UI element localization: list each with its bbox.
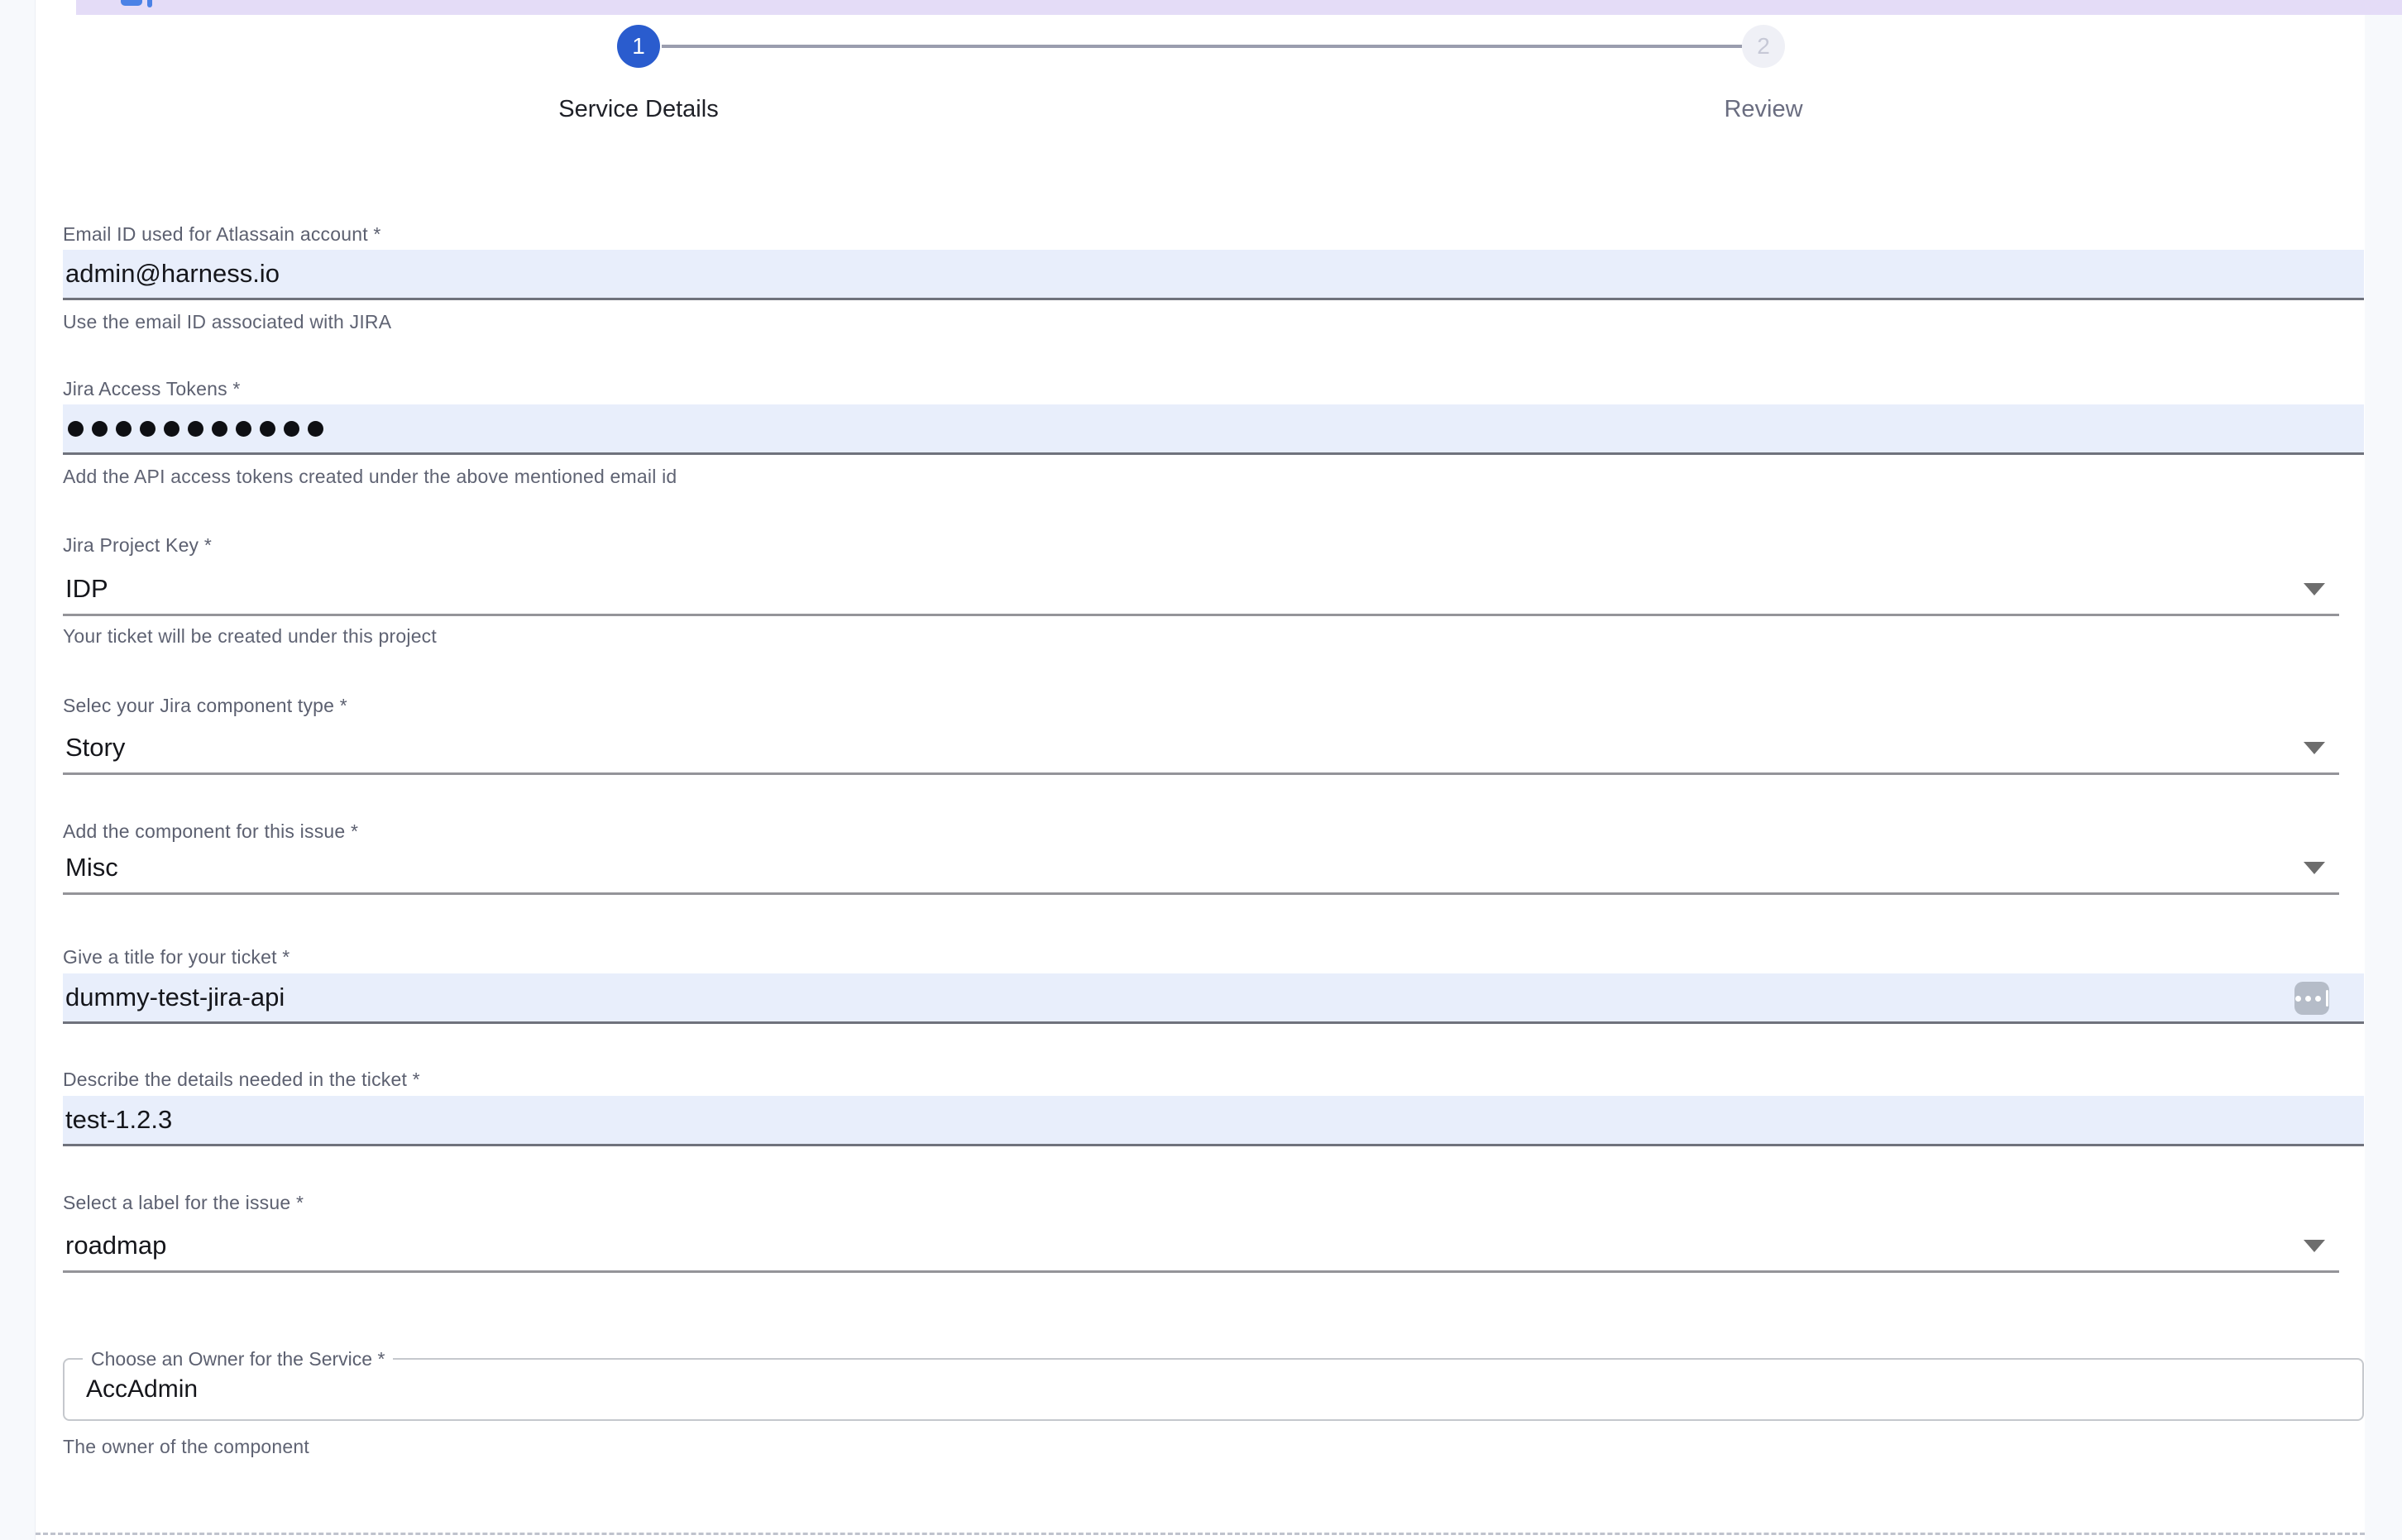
ticket-title-input[interactable]: dummy-test-jira-api [63, 973, 2364, 1024]
stepper-connector [662, 45, 1742, 48]
issue-component-field-label: Add the component for this issue * [63, 820, 358, 843]
step-label-review: Review [1598, 96, 1929, 123]
owner-input-value: AccAdmin [65, 1375, 198, 1404]
step-number: 1 [632, 33, 645, 60]
issue-label-select[interactable]: roadmap [63, 1221, 2339, 1273]
jira-tokens-field-label: Jira Access Tokens * [63, 378, 241, 400]
ticket-description-field-label: Describe the details needed in the ticke… [63, 1069, 420, 1091]
ticket-title-field-label: Give a title for your ticket * [63, 946, 289, 968]
clipped-blue-icon [147, 0, 152, 7]
workflow-form-page: 1 2 Service Details Review Email ID used… [0, 0, 2402, 1540]
project-key-select-value: IDP [63, 574, 108, 604]
issue-component-select-value: Misc [63, 853, 118, 882]
issue-label-field-label: Select a label for the issue * [63, 1192, 304, 1214]
email-input-value: admin@harness.io [63, 259, 280, 289]
ticket-description-input[interactable]: test-1.2.3 [63, 1096, 2364, 1146]
chevron-down-icon[interactable] [2304, 583, 2325, 595]
ticket-description-input-value: test-1.2.3 [63, 1105, 172, 1135]
email-field-label: Email ID used for Atlassain account * [63, 223, 381, 246]
ticket-title-input-value: dummy-test-jira-api [63, 983, 285, 1012]
step-circle-1[interactable]: 1 [617, 25, 660, 68]
owner-input[interactable]: Choose an Owner for the Service * AccAdm… [63, 1358, 2364, 1421]
component-type-select[interactable]: Story [63, 723, 2339, 775]
issue-component-select[interactable]: Misc [63, 843, 2339, 895]
project-key-field-label: Jira Project Key * [63, 534, 212, 557]
jira-tokens-helper-text: Add the API access tokens created under … [63, 466, 677, 488]
issue-label-select-value: roadmap [63, 1231, 166, 1260]
project-key-select[interactable]: IDP [63, 564, 2339, 616]
chevron-down-icon[interactable] [2304, 862, 2325, 874]
step-circle-2[interactable]: 2 [1742, 25, 1785, 68]
component-type-select-value: Story [63, 733, 125, 763]
clipped-blue-icon [121, 0, 142, 6]
step-number: 2 [1757, 33, 1770, 60]
owner-helper-text: The owner of the component [63, 1436, 309, 1458]
jira-tokens-input[interactable] [63, 404, 2364, 455]
project-key-helper-text: Your ticket will be created under this p… [63, 625, 437, 648]
password-dots [63, 421, 323, 437]
top-purple-strip [76, 0, 2402, 15]
card-bottom-divider [36, 1533, 2365, 1535]
owner-field-label: Choose an Owner for the Service * [83, 1348, 393, 1370]
email-helper-text: Use the email ID associated with JIRA [63, 311, 391, 333]
step-label-service-details: Service Details [390, 96, 887, 123]
ellipsis-cursor-icon[interactable] [2294, 982, 2329, 1015]
form-card: 1 2 Service Details Review Email ID used… [35, 0, 2365, 1540]
chevron-down-icon[interactable] [2304, 1240, 2325, 1252]
component-type-field-label: Selec your Jira component type * [63, 695, 347, 717]
chevron-down-icon[interactable] [2304, 742, 2325, 754]
email-input[interactable]: admin@harness.io [63, 250, 2364, 300]
